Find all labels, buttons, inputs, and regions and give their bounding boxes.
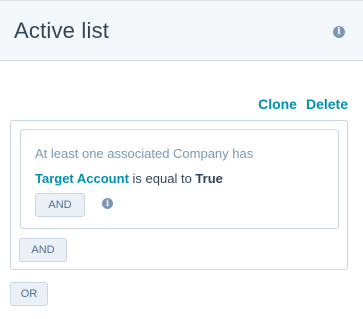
add-or-group-button[interactable]: OR — [10, 282, 48, 306]
info-icon[interactable]: i — [102, 198, 113, 209]
filter-group: At least one associated Company has Targ… — [10, 120, 348, 270]
add-and-group-button[interactable]: AND — [19, 238, 67, 262]
filter-card: At least one associated Company has Targ… — [20, 129, 339, 229]
filter-property[interactable]: Target Account — [35, 171, 129, 186]
filter-rule[interactable]: Target Account is equal to True — [35, 171, 223, 186]
page-title: Active list — [14, 18, 110, 43]
add-and-filter-button[interactable]: AND — [35, 193, 85, 217]
filter-operator: is equal to — [132, 171, 192, 186]
delete-link[interactable]: Delete — [306, 96, 348, 112]
info-icon[interactable]: i — [333, 26, 345, 38]
clone-link[interactable]: Clone — [258, 96, 297, 112]
filter-value: True — [195, 171, 223, 186]
page-header: Active list i — [0, 0, 363, 61]
filter-subject: At least one associated Company has — [35, 146, 254, 161]
list-actions: Clone Delete — [258, 96, 348, 112]
